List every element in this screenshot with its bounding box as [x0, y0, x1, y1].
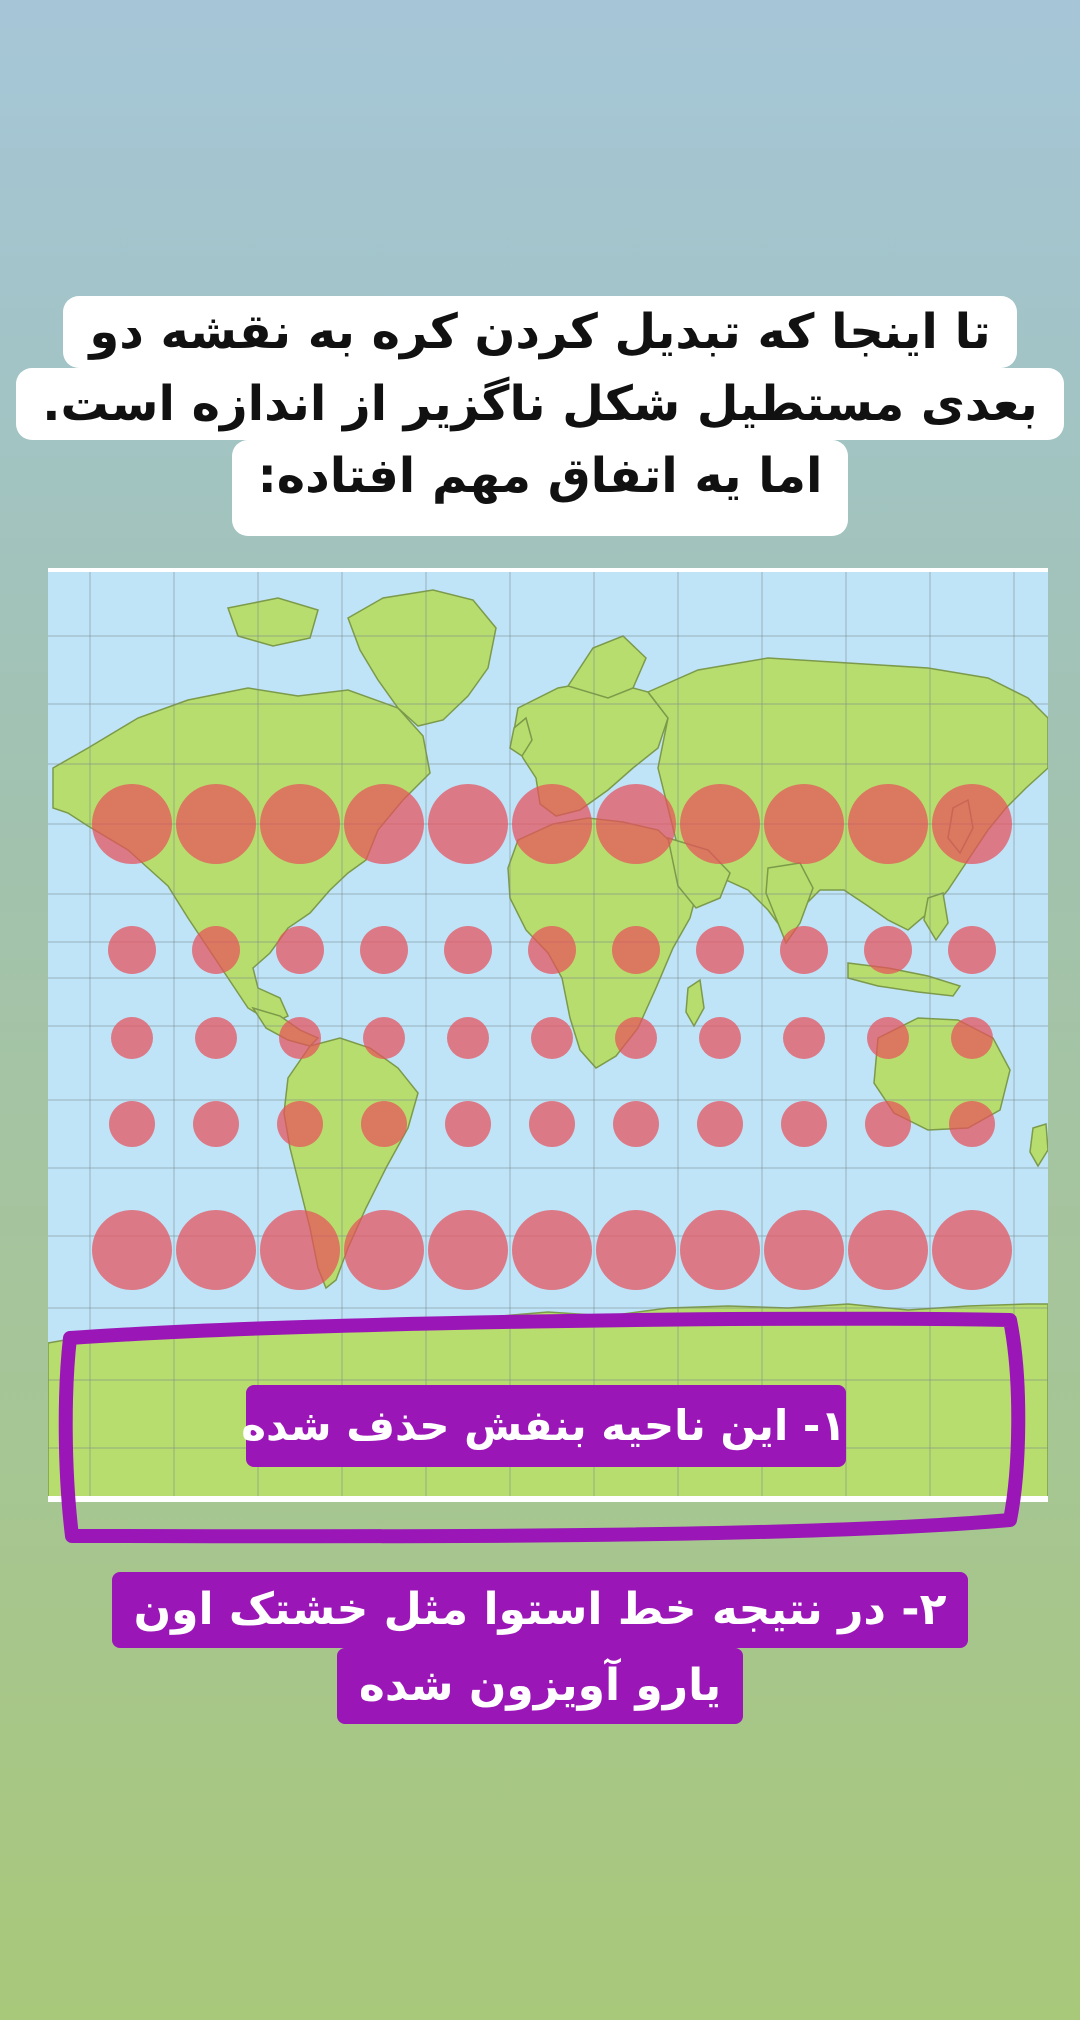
equator-note: ۲- در نتیجه خط استوا مثل خشتک اون یارو آ…	[0, 1572, 1080, 1724]
tissot-circle	[111, 1017, 153, 1059]
tissot-circle	[195, 1017, 237, 1059]
tissot-circle	[176, 1210, 256, 1290]
tissot-circle	[932, 1210, 1012, 1290]
tissot-circles	[92, 784, 1012, 1290]
tissot-circle	[277, 1101, 323, 1147]
tissot-circle	[932, 784, 1012, 864]
title-line-2: بعدی مستطیل شکل ناگزیر از اندازه است.	[16, 368, 1064, 440]
title-block: تا اینجا که تبدیل کردن کره به نقشه دو بع…	[0, 296, 1080, 536]
tissot-circle	[260, 1210, 340, 1290]
tissot-circle	[447, 1017, 489, 1059]
tissot-circle	[428, 1210, 508, 1290]
tissot-circle	[528, 926, 576, 974]
map-bottom-edge	[48, 1496, 1048, 1502]
tissot-circle	[696, 926, 744, 974]
tissot-circle	[176, 784, 256, 864]
tissot-circle	[612, 926, 660, 974]
mercator-map	[48, 568, 1048, 1502]
equator-note-line-2: یارو آویزون شده	[336, 1648, 744, 1724]
tissot-circle	[596, 784, 676, 864]
tissot-circle	[680, 784, 760, 864]
tissot-circle	[951, 1017, 993, 1059]
tissot-circle	[615, 1017, 657, 1059]
tissot-circle	[344, 1210, 424, 1290]
tissot-circle	[783, 1017, 825, 1059]
tissot-circle	[108, 926, 156, 974]
tissot-circle	[864, 926, 912, 974]
tissot-circle	[92, 1210, 172, 1290]
tissot-circle	[697, 1101, 743, 1147]
equator-note-line-1: ۲- در نتیجه خط استوا مثل خشتک اون	[111, 1572, 969, 1648]
tissot-circle	[260, 784, 340, 864]
tissot-circle	[596, 1210, 676, 1290]
tissot-circle	[848, 784, 928, 864]
tissot-circle	[680, 1210, 760, 1290]
tissot-circle	[109, 1101, 155, 1147]
tissot-circle	[276, 926, 324, 974]
tissot-circle	[781, 1101, 827, 1147]
tissot-circle	[764, 1210, 844, 1290]
tissot-circle	[865, 1101, 911, 1147]
tissot-circle	[780, 926, 828, 974]
tissot-circle	[445, 1101, 491, 1147]
tissot-circle	[512, 1210, 592, 1290]
tissot-circle	[192, 926, 240, 974]
title-line-3: اما یه اتفاق مهم افتاده:	[231, 440, 849, 536]
tissot-circle	[193, 1101, 239, 1147]
tissot-circle	[344, 784, 424, 864]
tissot-circle	[613, 1101, 659, 1147]
tissot-circle	[531, 1017, 573, 1059]
tissot-circle	[529, 1101, 575, 1147]
tissot-circle	[948, 926, 996, 974]
tissot-circle	[92, 784, 172, 864]
tissot-circle	[848, 1210, 928, 1290]
tissot-circle	[699, 1017, 741, 1059]
tissot-circle	[512, 784, 592, 864]
tissot-circle	[444, 926, 492, 974]
tissot-circle	[764, 784, 844, 864]
tissot-circle	[867, 1017, 909, 1059]
tissot-circle	[361, 1101, 407, 1147]
removed-region-label: ۱- این ناحیه بنفش حذف شده	[241, 1385, 846, 1467]
tissot-circle	[428, 784, 508, 864]
tissot-circle	[949, 1101, 995, 1147]
tissot-circle	[279, 1017, 321, 1059]
map-svg	[48, 568, 1048, 1502]
title-line-1: تا اینجا که تبدیل کردن کره به نقشه دو	[63, 296, 1017, 368]
tissot-circle	[360, 926, 408, 974]
tissot-circle	[363, 1017, 405, 1059]
